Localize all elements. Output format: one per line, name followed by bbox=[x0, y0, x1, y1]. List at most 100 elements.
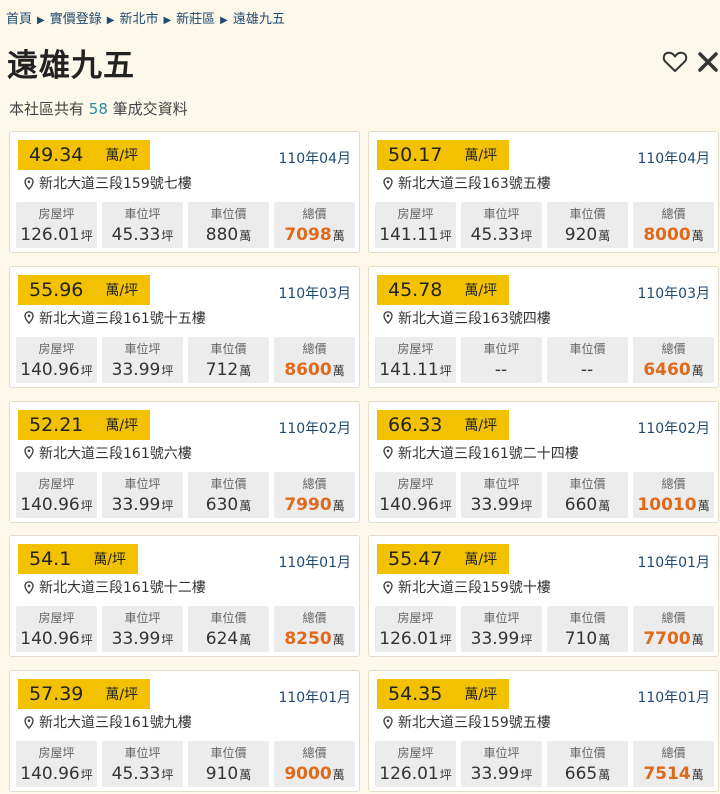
breadcrumb-community[interactable]: 遠雄九五 bbox=[233, 12, 285, 27]
parking-price-value: 920 bbox=[564, 225, 598, 245]
stat-house-area: 房屋坪 126.01坪 bbox=[16, 202, 97, 248]
parking-area-value: 45.33 bbox=[111, 764, 161, 784]
stat-label: 車位價 bbox=[569, 341, 606, 356]
ping-unit: 坪 bbox=[161, 229, 174, 243]
transaction-card[interactable]: 66.33 萬/坪 110年02月 新北大道三段161號二十四樓 房屋坪 140… bbox=[368, 400, 719, 523]
stat-label: 房屋坪 bbox=[397, 341, 434, 356]
unit-price: 52.21 bbox=[29, 413, 84, 436]
transaction-date: 110年01月 bbox=[637, 690, 710, 706]
stat-label: 房屋坪 bbox=[397, 207, 434, 221]
stat-value: 7514萬 bbox=[633, 764, 714, 784]
stat-total-price: 總價 7514萬 bbox=[633, 741, 714, 787]
unit-price-tag: 52.21 萬/坪 bbox=[18, 409, 151, 440]
transaction-card[interactable]: 52.21 萬/坪 110年02月 新北大道三段161號六樓 房屋坪 140.9… bbox=[9, 400, 360, 523]
wan-unit: 萬 bbox=[239, 768, 252, 782]
wan-unit: 萬 bbox=[239, 633, 252, 648]
stat-total-price: 總價 7700萬 bbox=[633, 606, 714, 653]
stat-label: 車位價 bbox=[210, 476, 247, 491]
stat-house-area: 房屋坪 126.01坪 bbox=[375, 741, 456, 787]
breadcrumb-city[interactable]: 新北市 bbox=[119, 12, 158, 27]
ping-unit: 坪 bbox=[520, 229, 533, 243]
transaction-date: 110年01月 bbox=[278, 690, 351, 706]
stat-label: 房屋坪 bbox=[38, 207, 75, 221]
stat-value: 9000萬 bbox=[274, 764, 355, 784]
stat-value: 140.96坪 bbox=[16, 495, 97, 515]
transaction-card[interactable]: 50.17 萬/坪 110年04月 新北大道三段163號五樓 房屋坪 141.1… bbox=[368, 131, 719, 253]
stat-label: 車位價 bbox=[210, 611, 247, 626]
transaction-card[interactable]: 55.47 萬/坪 110年01月 新北大道三段159號十樓 房屋坪 126.0… bbox=[368, 535, 719, 658]
transaction-date: 110年01月 bbox=[278, 555, 351, 572]
address-text: 新北大道三段163號四樓 bbox=[398, 310, 551, 327]
stats-row: 房屋坪 140.96坪 車位坪 33.99坪 車位價 712萬 總價 8600萬 bbox=[16, 336, 355, 383]
breadcrumb-price-registry[interactable]: 實價登錄 bbox=[50, 12, 102, 27]
stat-label: 車位價 bbox=[210, 341, 247, 356]
stat-value: 33.99坪 bbox=[461, 629, 542, 649]
stat-value: 712萬 bbox=[188, 360, 269, 380]
breadcrumb-district[interactable]: 新莊區 bbox=[176, 12, 215, 27]
transaction-card[interactable]: 57.39 萬/坪 110年01月 新北大道三段161號九樓 房屋坪 140.9… bbox=[9, 670, 360, 792]
transaction-card[interactable]: 45.78 萬/坪 110年03月 新北大道三段163號四樓 房屋坪 141.1… bbox=[368, 265, 719, 388]
house-area-value: 140.96 bbox=[20, 629, 80, 650]
stat-value: 6460萬 bbox=[633, 360, 714, 380]
stat-label: 房屋坪 bbox=[38, 611, 75, 626]
ping-unit: 坪 bbox=[80, 633, 93, 648]
stats-row: 房屋坪 140.96坪 車位坪 45.33坪 車位價 910萬 總價 9000萬 bbox=[16, 741, 355, 787]
stats-row: 房屋坪 140.96坪 車位坪 33.99坪 車位價 624萬 總價 8250萬 bbox=[16, 606, 355, 653]
house-area-value: 141.11 bbox=[379, 359, 439, 380]
stat-label: 車位坪 bbox=[124, 611, 161, 626]
transaction-date: 110年01月 bbox=[637, 555, 710, 572]
stat-label: 車位價 bbox=[210, 746, 247, 760]
ping-unit: 坪 bbox=[520, 768, 533, 782]
stat-value: 33.99坪 bbox=[102, 360, 183, 380]
stat-value: 910萬 bbox=[188, 764, 269, 784]
stat-parking-area: 車位坪 33.99坪 bbox=[102, 336, 183, 383]
chevron-right-icon: ▶ bbox=[220, 15, 228, 26]
ping-unit: 坪 bbox=[80, 498, 93, 513]
transaction-card[interactable]: 49.34 萬/坪 110年04月 新北大道三段159號七樓 房屋坪 126.0… bbox=[9, 131, 360, 253]
stat-label: 總價 bbox=[661, 207, 686, 221]
total-price-value: 8250 bbox=[284, 629, 332, 650]
map-pin-icon bbox=[383, 446, 393, 459]
stat-value: 126.01坪 bbox=[375, 764, 456, 784]
transaction-card[interactable]: 55.96 萬/坪 110年03月 新北大道三段161號十五樓 房屋坪 140.… bbox=[9, 265, 360, 388]
stat-label: 車位坪 bbox=[483, 611, 520, 626]
stat-parking-area: 車位坪 33.99坪 bbox=[461, 606, 542, 653]
breadcrumb-home[interactable]: 首頁 bbox=[6, 12, 32, 27]
total-price-value: 7990 bbox=[284, 494, 332, 515]
address: 新北大道三段161號二十四樓 bbox=[383, 443, 579, 463]
close-icon[interactable] bbox=[696, 50, 720, 74]
stat-label: 車位坪 bbox=[483, 746, 520, 760]
chevron-right-icon: ▶ bbox=[37, 15, 45, 26]
stat-total-price: 總價 10010萬 bbox=[633, 471, 714, 518]
stat-parking-area: 車位坪 33.99坪 bbox=[102, 606, 183, 653]
parking-area-value: 33.99 bbox=[111, 359, 161, 380]
parking-price-value: 630 bbox=[205, 494, 239, 515]
stat-label: 車位價 bbox=[210, 207, 247, 221]
ping-unit: 坪 bbox=[439, 768, 452, 782]
stat-parking-price: 車位價 630萬 bbox=[188, 471, 269, 518]
stat-value: 45.33坪 bbox=[102, 225, 183, 245]
wan-unit: 萬 bbox=[332, 633, 345, 648]
wan-unit: 萬 bbox=[239, 229, 252, 243]
stat-value: 126.01坪 bbox=[16, 225, 97, 245]
stat-label: 車位坪 bbox=[124, 341, 161, 356]
stats-row: 房屋坪 141.11坪 車位坪 -- 車位價 -- 總價 6460萬 bbox=[375, 336, 714, 383]
transaction-date: 110年04月 bbox=[637, 151, 710, 167]
ping-unit: 坪 bbox=[80, 363, 93, 378]
address-text: 新北大道三段161號六樓 bbox=[39, 445, 192, 462]
transaction-date: 110年04月 bbox=[278, 151, 351, 167]
transaction-card[interactable]: 54.1 萬/坪 110年01月 新北大道三段161號十二樓 房屋坪 140.9… bbox=[9, 535, 360, 658]
stat-value: -- bbox=[547, 360, 628, 380]
transaction-card[interactable]: 54.35 萬/坪 110年01月 新北大道三段159號五樓 房屋坪 126.0… bbox=[368, 670, 719, 792]
total-price-value: 7098 bbox=[284, 225, 332, 245]
stat-value: 8600萬 bbox=[274, 360, 355, 380]
stat-label: 房屋坪 bbox=[38, 476, 75, 491]
stat-value: 7700萬 bbox=[633, 629, 714, 649]
unit-price-tag: 55.96 萬/坪 bbox=[18, 274, 151, 305]
stat-house-area: 房屋坪 140.96坪 bbox=[16, 606, 97, 653]
heart-icon[interactable] bbox=[662, 50, 688, 74]
unit-price-tag: 49.34 萬/坪 bbox=[18, 140, 151, 170]
stat-value: 140.96坪 bbox=[16, 764, 97, 784]
stat-value: 33.99坪 bbox=[102, 495, 183, 515]
ping-unit: 坪 bbox=[439, 633, 452, 648]
